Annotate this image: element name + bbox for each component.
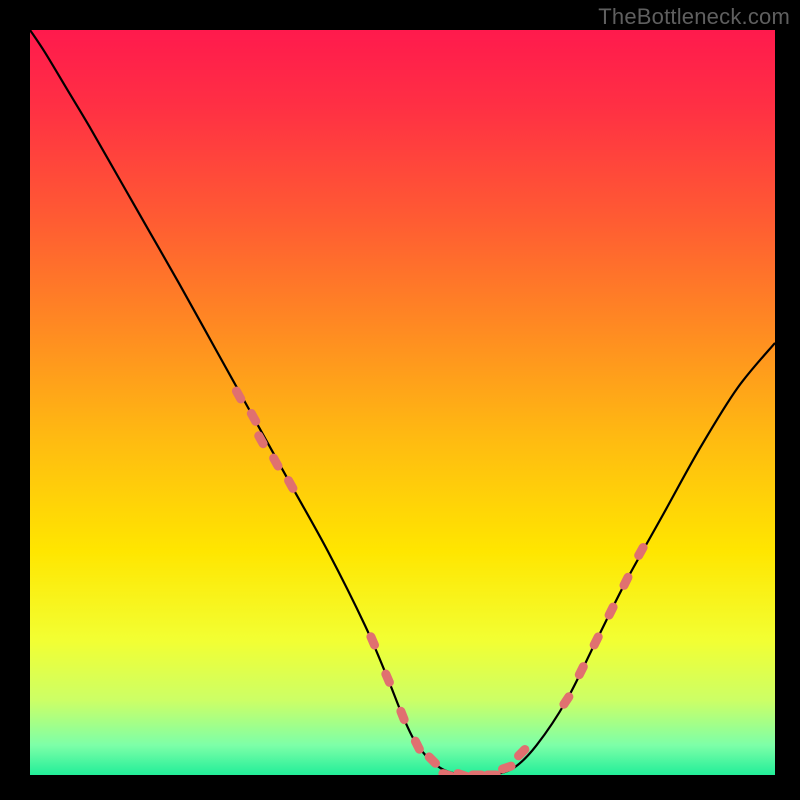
curve-marker xyxy=(483,771,501,780)
chart-frame: TheBottleneck.com xyxy=(0,0,800,800)
bottleneck-chart xyxy=(0,0,800,800)
plot-background xyxy=(30,30,775,775)
